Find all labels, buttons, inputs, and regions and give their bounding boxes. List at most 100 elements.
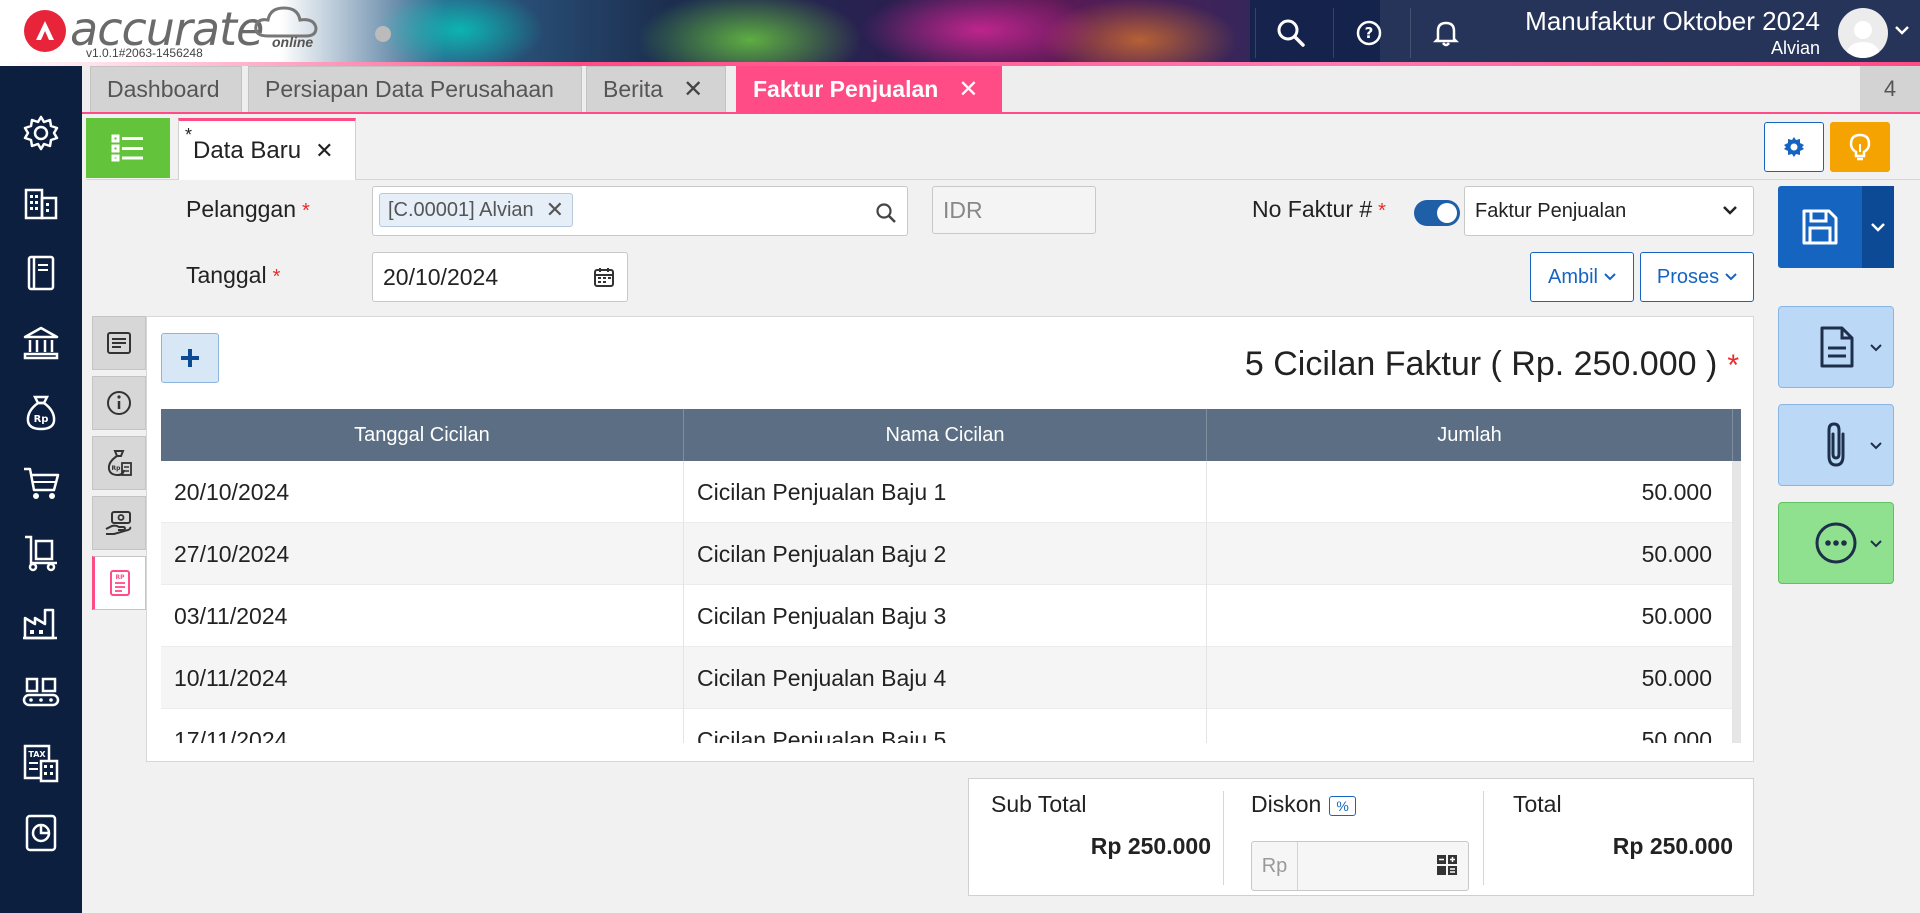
more-actions-button[interactable] <box>1778 502 1894 584</box>
sidebar-item-company[interactable] <box>0 172 82 234</box>
calculator-icon[interactable] <box>1436 854 1458 876</box>
required-mark: * <box>272 266 281 288</box>
sidebar-item-manufacture[interactable] <box>0 592 82 654</box>
cell-date: 27/10/2024 <box>161 523 684 585</box>
tax-icon: TAX <box>23 744 59 783</box>
search-icon[interactable] <box>875 202 897 224</box>
table-row[interactable]: 17/11/2024 Cicilan Penjualan Baju 5 50.0… <box>161 709 1733 743</box>
date-label-text: Tanggal <box>186 262 267 288</box>
column-header-name[interactable]: Nama Cicilan <box>684 409 1207 461</box>
search-button[interactable] <box>1255 8 1325 58</box>
cell-amount: 50.000 <box>1207 709 1733 743</box>
cell-date: 17/11/2024 <box>161 709 684 743</box>
svg-text:RP: RP <box>115 574 125 581</box>
avatar[interactable] <box>1838 8 1888 58</box>
sidebar-item-purchase[interactable] <box>0 452 82 514</box>
subtab-label: Data Baru <box>193 136 302 164</box>
remove-customer-icon[interactable]: ✕ <box>546 197 564 223</box>
print-button[interactable] <box>1778 306 1894 388</box>
column-header-date[interactable]: Tanggal Cicilan <box>161 409 684 461</box>
tab-installments[interactable]: RP <box>92 556 146 610</box>
paperclip-icon <box>1827 422 1845 467</box>
tab-costs[interactable]: Rp <box>92 436 146 490</box>
list-view-button[interactable] <box>86 118 170 178</box>
tab-dashboard[interactable]: Dashboard <box>90 66 242 112</box>
sidebar-item-production[interactable] <box>0 662 82 724</box>
discount-label: Diskon% <box>1251 791 1356 818</box>
tab-payment[interactable] <box>92 496 146 550</box>
close-icon[interactable]: ✕ <box>683 75 703 104</box>
table-row[interactable]: 27/10/2024 Cicilan Penjualan Baju 2 50.0… <box>161 523 1733 585</box>
tab-label: Persiapan Data Perusahaan <box>265 76 554 102</box>
svg-text:Rp: Rp <box>34 414 49 425</box>
gear-icon <box>23 115 59 151</box>
tab-info[interactable] <box>92 376 146 430</box>
ambil-label: Ambil <box>1547 265 1598 288</box>
customer-field[interactable]: [C.00001] Alvian ✕ <box>372 186 908 236</box>
discount-input[interactable]: Rp <box>1251 841 1469 891</box>
tab-berita[interactable]: Berita ✕ <box>586 66 726 112</box>
proses-button[interactable]: Proses <box>1640 252 1754 302</box>
subtotal-section: Sub Total Rp 250.000 <box>991 791 1211 885</box>
help-icon: ? <box>1356 20 1381 46</box>
tab-faktur-penjualan[interactable]: Faktur Penjualan ✕ <box>736 66 1002 112</box>
discount-label-text: Diskon <box>1251 791 1322 817</box>
sidebar-item-reports[interactable] <box>0 802 82 864</box>
sidebar-item-bank[interactable] <box>0 312 82 374</box>
tips-button[interactable] <box>1830 122 1890 172</box>
company-name: Manufaktur Oktober 2024 <box>1525 6 1820 36</box>
cell-date: 20/10/2024 <box>161 461 684 523</box>
tab-data-baru[interactable]: * Data Baru ✕ <box>178 118 356 180</box>
auto-number-toggle[interactable] <box>1414 200 1460 226</box>
discount-percent-toggle[interactable]: % <box>1329 795 1356 816</box>
table-row[interactable]: 20/10/2024 Cicilan Penjualan Baju 1 50.0… <box>161 461 1733 523</box>
totals-panel: Sub Total Rp 250.000 Diskon% Rp Total Rp… <box>968 778 1754 896</box>
chevron-down-icon[interactable] <box>1894 24 1910 36</box>
table-row[interactable]: 10/11/2024 Cicilan Penjualan Baju 4 50.0… <box>161 647 1733 709</box>
tab-item-details[interactable] <box>92 316 146 370</box>
form-settings-button[interactable] <box>1764 122 1824 172</box>
sidebar-item-ledger[interactable] <box>0 242 82 304</box>
notification-button[interactable] <box>1410 8 1480 58</box>
installment-rp-icon: RP <box>110 570 130 596</box>
add-installment-button[interactable] <box>161 333 219 383</box>
customer-value: [C.00001] Alvian <box>388 198 534 221</box>
cell-name: Cicilan Penjualan Baju 2 <box>684 523 1207 585</box>
invoice-type-select[interactable]: Faktur Penjualan <box>1464 186 1754 236</box>
sidebar-item-inventory[interactable] <box>0 522 82 584</box>
sidebar-item-settings[interactable] <box>0 102 82 164</box>
total-label: Total <box>1513 791 1562 817</box>
help-button[interactable]: ? <box>1333 8 1403 58</box>
save-button[interactable] <box>1778 186 1862 268</box>
accurate-logo-icon <box>24 10 66 52</box>
currency-prefix: Rp <box>1252 842 1298 890</box>
sidebar-item-tax[interactable]: TAX <box>0 732 82 794</box>
tab-bar: Dashboard Persiapan Data Perusahaan Beri… <box>82 66 1920 114</box>
date-label: Tanggal * <box>186 262 280 289</box>
calendar-icon[interactable] <box>593 266 615 288</box>
header-banner-art <box>280 0 1380 66</box>
sidebar-item-sales[interactable]: Rp <box>0 382 82 444</box>
tab-count-dropdown[interactable]: 4 <box>1860 66 1920 112</box>
tab-persiapan-data[interactable]: Persiapan Data Perusahaan <box>248 66 582 112</box>
money-bag-rp-icon: Rp <box>26 395 56 431</box>
chevron-down-icon <box>1870 540 1882 548</box>
attachment-button[interactable] <box>1778 404 1894 486</box>
close-icon[interactable]: ✕ <box>315 138 333 164</box>
column-header-amount[interactable]: Jumlah <box>1207 409 1733 461</box>
currency-field: IDR <box>932 186 1096 234</box>
more-options-icon <box>1815 522 1857 564</box>
document-icon <box>1820 326 1854 368</box>
subtotal-value: Rp 250.000 <box>1090 833 1211 859</box>
svg-text:TAX: TAX <box>28 750 46 759</box>
date-field[interactable]: 20/10/2024 <box>372 252 628 302</box>
company-info[interactable]: Manufaktur Oktober 2024 Alvian <box>1480 4 1820 58</box>
close-icon[interactable]: ✕ <box>958 75 978 104</box>
tab-label: Berita <box>603 76 664 102</box>
save-options-button[interactable] <box>1862 186 1894 268</box>
hand-truck-icon <box>25 535 57 572</box>
ambil-button[interactable]: Ambil <box>1530 252 1634 302</box>
table-row[interactable]: 03/11/2024 Cicilan Penjualan Baju 3 50.0… <box>161 585 1733 647</box>
table-scrollbar[interactable] <box>1733 461 1741 743</box>
conveyor-icon <box>22 677 60 707</box>
